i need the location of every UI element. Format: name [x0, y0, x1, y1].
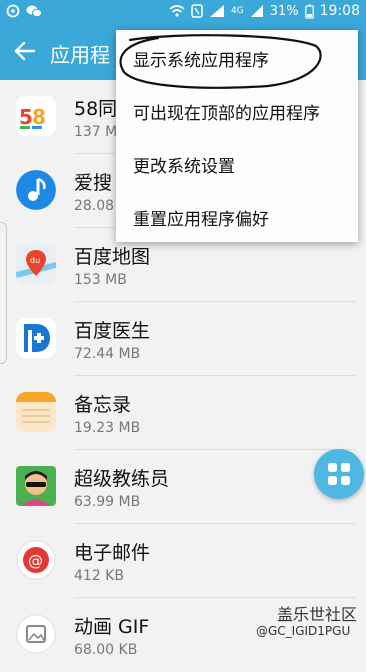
menu-item-show-system-apps[interactable]: 显示系统应用程序 [116, 30, 358, 83]
gif-image-icon [16, 614, 56, 654]
menu-item-modify-system-settings[interactable]: 更改系统设置 [116, 136, 358, 189]
wifi-icon [169, 5, 185, 17]
menu-item-label: 更改系统设置 [133, 157, 235, 177]
app-name: 爱搜 [74, 172, 113, 194]
baidu-doctor-icon [16, 318, 56, 358]
clock: 19:08 [319, 3, 360, 19]
svg-text:8: 8 [32, 105, 46, 129]
app-size: 412 KB [74, 568, 124, 584]
app-58-icon: 5 8 [16, 96, 56, 136]
grid-view-button[interactable] [314, 449, 364, 499]
app-name: 电子邮件 [74, 542, 151, 564]
app-size: 153 MB [74, 272, 127, 288]
app-size: 28.08 [74, 198, 115, 214]
nfc-icon [191, 4, 203, 18]
menu-item-appear-on-top[interactable]: 可出现在顶部的应用程序 [116, 83, 358, 136]
battery-icon [304, 4, 314, 19]
signal-icon-2 [250, 5, 263, 17]
app-size: 72.44 MB [74, 346, 141, 362]
menu-item-reset-app-preferences[interactable]: 重置应用程序偏好 [116, 189, 358, 242]
email-icon: @ [16, 540, 56, 580]
watermark-text: 盖乐世社区 [277, 605, 358, 624]
list-item[interactable]: 备忘录 19.23 MB [0, 376, 366, 450]
list-item[interactable]: @ 电子邮件 412 KB [0, 524, 366, 598]
battery-percent: 31% [269, 3, 299, 19]
svg-text:@: @ [28, 552, 43, 570]
music-note-icon [16, 170, 56, 210]
app-name: 百度地图 [74, 246, 151, 268]
overflow-menu: 显示系统应用程序 可出现在顶部的应用程序 更改系统设置 重置应用程序偏好 [116, 30, 358, 242]
list-item[interactable]: 超级教练员 63.99 MB [0, 450, 366, 524]
menu-item-label: 重置应用程序偏好 [133, 210, 269, 230]
app-size: 137 M [74, 124, 118, 140]
app-size: 68.00 KB [74, 642, 138, 658]
coach-avatar-icon [16, 466, 56, 506]
svg-text:5: 5 [19, 105, 33, 129]
baidu-map-icon: du [16, 244, 56, 284]
chat-icon [26, 5, 42, 18]
network-type-label: 4G [231, 6, 244, 16]
watermark-handle: @GC_IGID1PGU [256, 624, 351, 638]
app-name: 动画 GIF [74, 616, 150, 638]
app-size: 63.99 MB [74, 494, 141, 510]
signal-icon [210, 5, 225, 17]
menu-item-label: 显示系统应用程序 [133, 51, 269, 71]
app-name: 58同 [74, 98, 118, 120]
menu-item-label: 可出现在顶部的应用程序 [133, 104, 320, 124]
svg-text:du: du [30, 256, 40, 265]
app-name: 百度医生 [74, 320, 151, 342]
app-name: 备忘录 [74, 394, 132, 416]
notification-icon [6, 4, 20, 18]
app-name: 超级教练员 [74, 468, 170, 490]
back-arrow-icon[interactable] [12, 38, 38, 64]
memo-icon [16, 392, 56, 432]
grid-icon [328, 463, 350, 485]
page-title: 应用程 [50, 43, 110, 67]
status-bar: 4G 31% 19:08 [0, 0, 366, 24]
app-size: 19.23 MB [74, 420, 141, 436]
edge-panel-handle[interactable] [0, 222, 7, 364]
list-item[interactable]: 百度医生 72.44 MB [0, 302, 366, 376]
